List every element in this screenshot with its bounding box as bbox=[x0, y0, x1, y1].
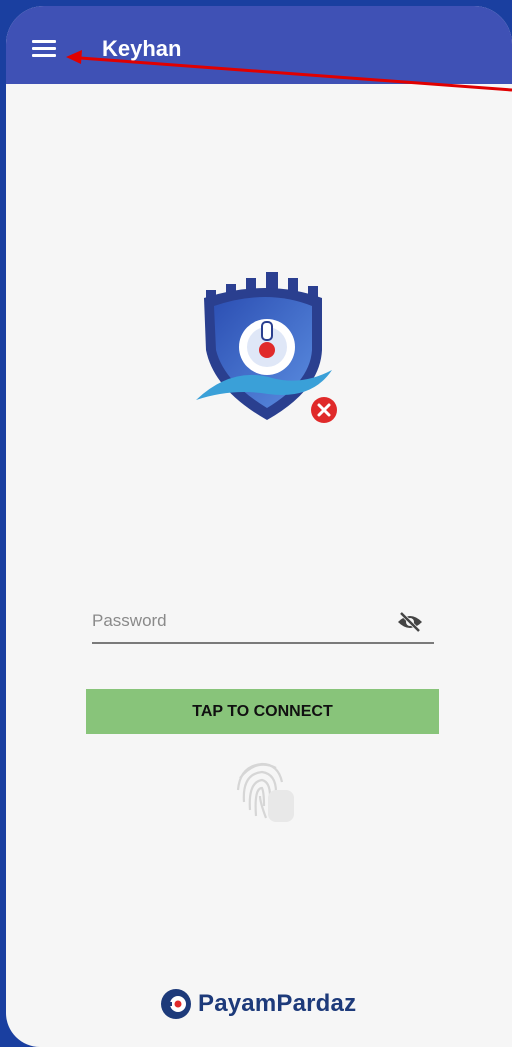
shield-logo-icon bbox=[196, 272, 337, 423]
password-field-container bbox=[92, 602, 434, 644]
payampardaz-brand: PayamPardaz bbox=[160, 986, 356, 1022]
visibility-off-icon[interactable] bbox=[396, 610, 424, 634]
brand-name: PayamPardaz bbox=[198, 990, 357, 1017]
password-input[interactable] bbox=[92, 602, 382, 640]
app-screen: Keyhan TAP TO CONNECT PayamPardaz bbox=[6, 6, 512, 1047]
payampardaz-logo-icon bbox=[161, 989, 191, 1019]
fingerprint-icon[interactable] bbox=[232, 752, 296, 824]
tap-to-connect-button[interactable]: TAP TO CONNECT bbox=[86, 689, 439, 734]
annotation-arrow bbox=[66, 50, 512, 92]
